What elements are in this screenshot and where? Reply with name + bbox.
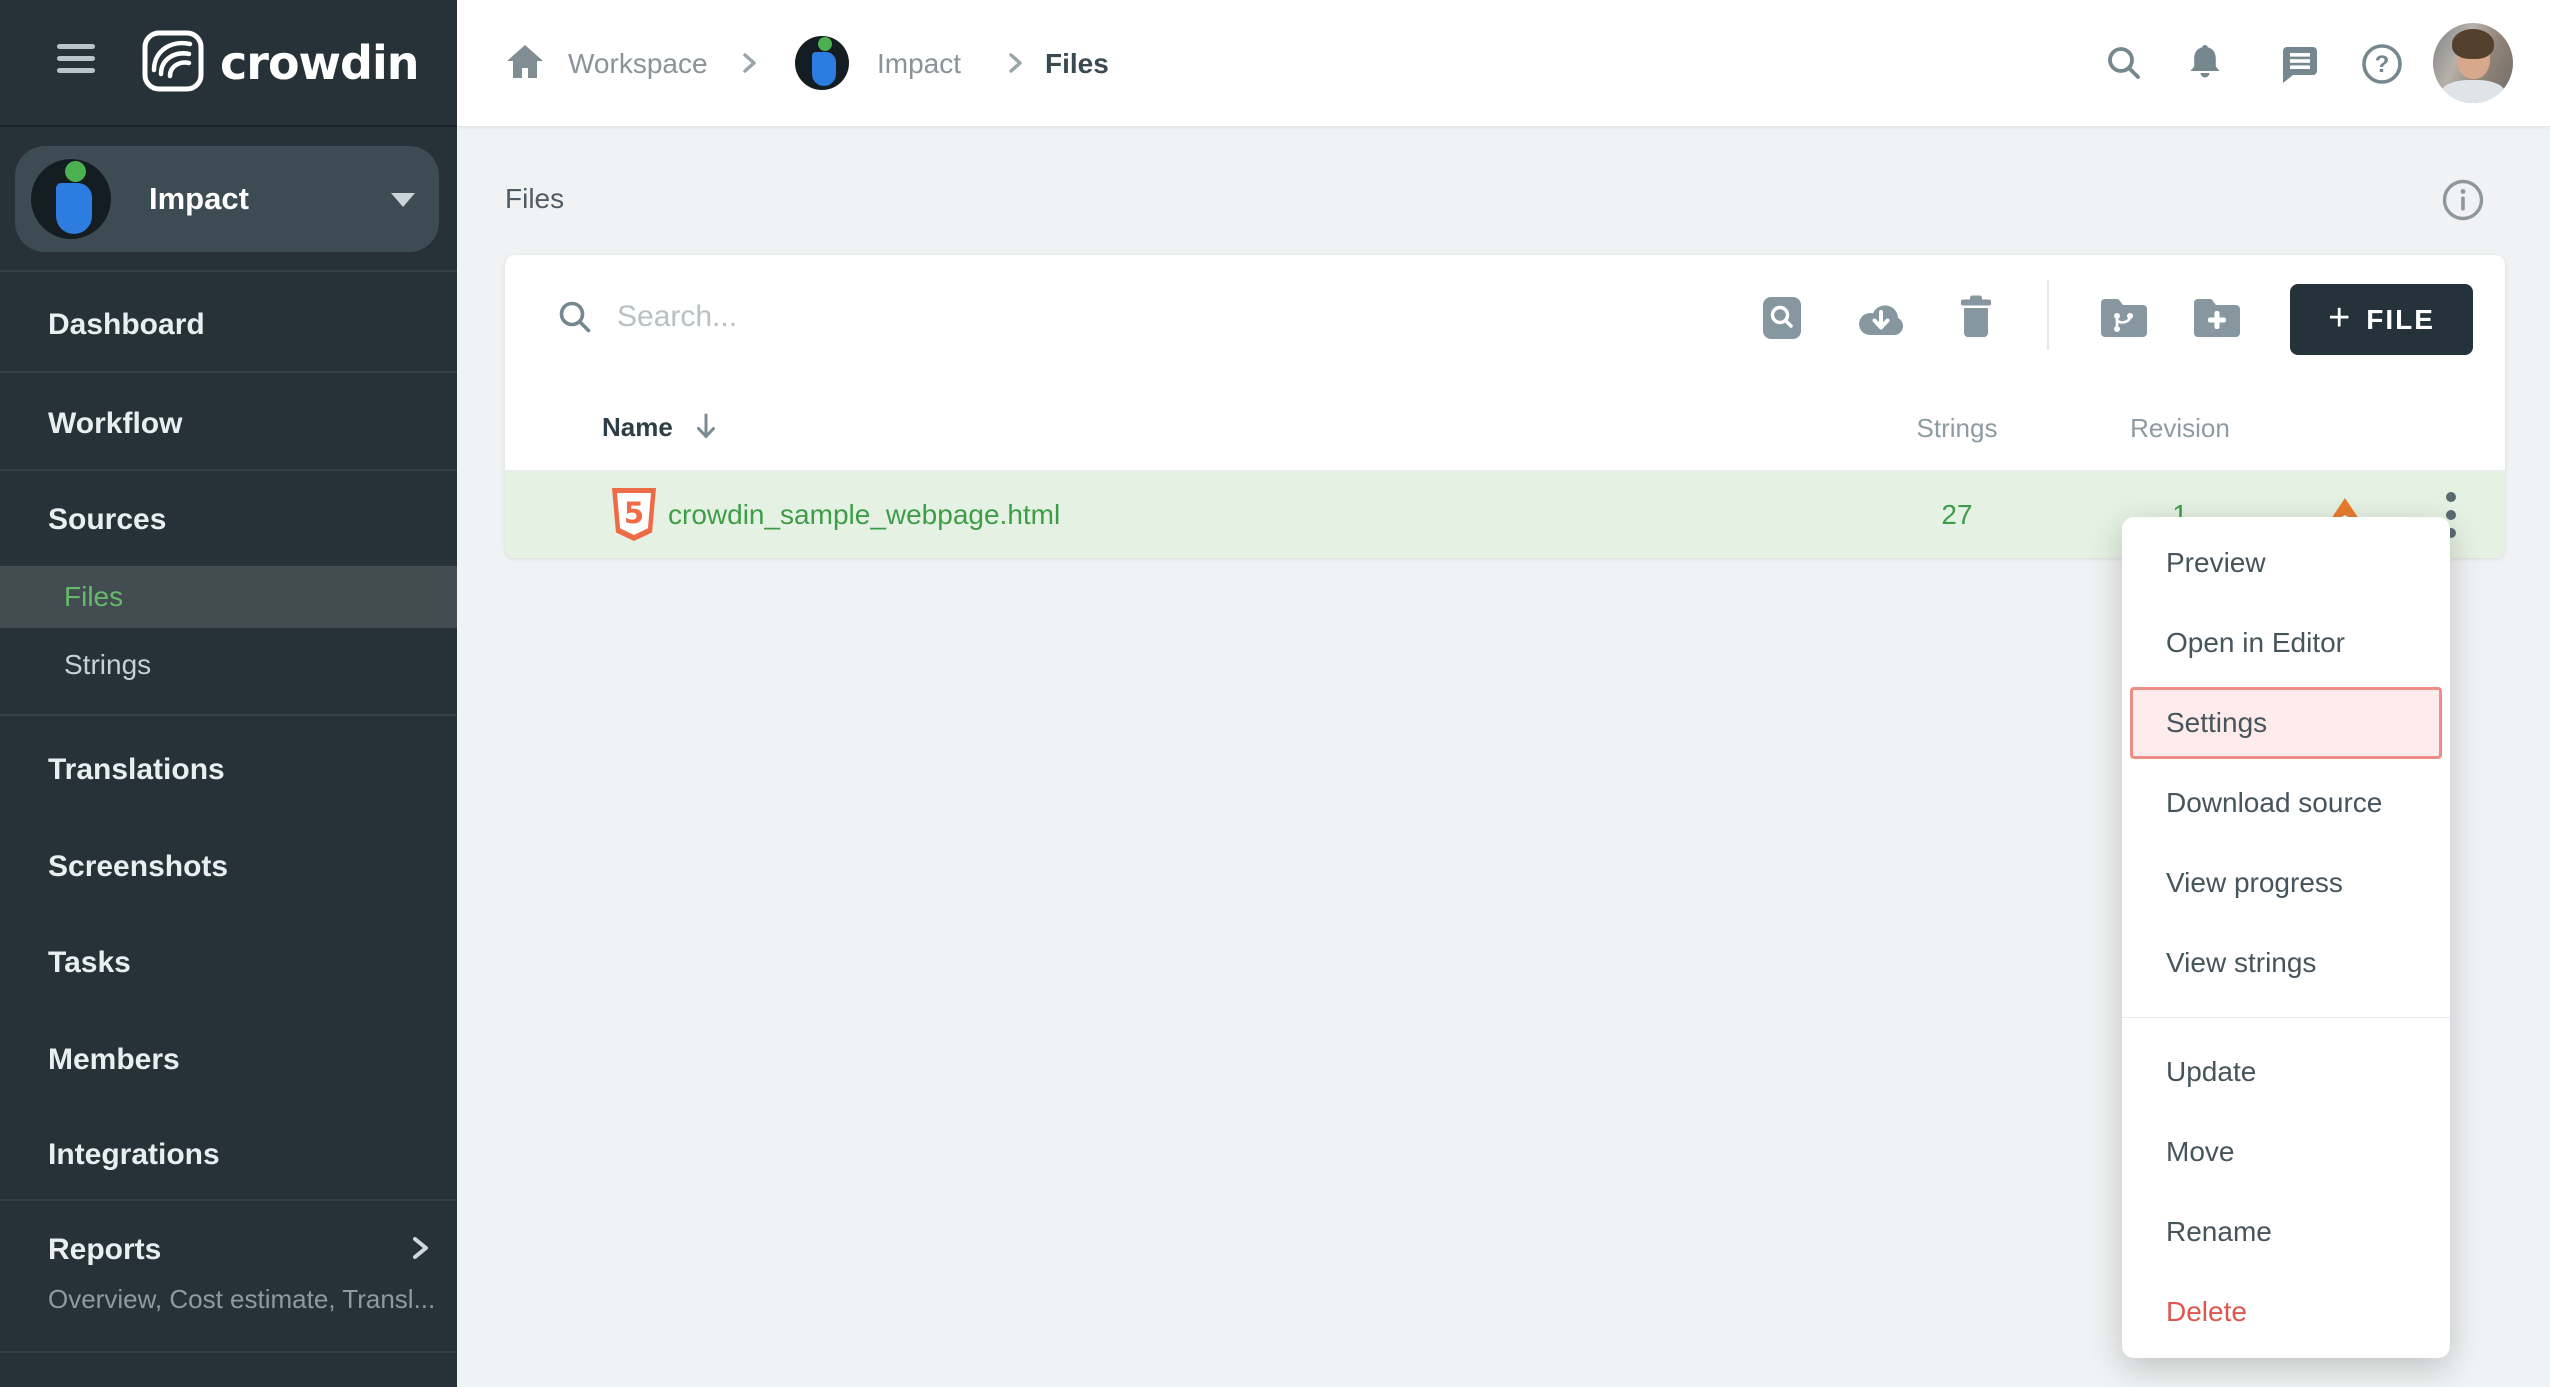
divider [2122, 1017, 2450, 1018]
chevron-right-icon [737, 51, 761, 80]
menu-item-open-in-editor[interactable]: Open in Editor [2122, 603, 2450, 683]
crowdin-wordmark: crowdin [220, 36, 419, 90]
divider [0, 714, 457, 716]
menu-item-rename[interactable]: Rename [2122, 1192, 2450, 1272]
notifications-bell-icon[interactable] [2184, 42, 2226, 89]
search-input[interactable] [617, 292, 1517, 342]
project-avatar-green-dot [818, 37, 832, 51]
info-icon[interactable] [2441, 178, 2485, 227]
preview-translations-icon[interactable] [1759, 294, 1805, 347]
menu-item-delete[interactable]: Delete [2122, 1272, 2450, 1352]
chevron-down-icon [391, 193, 415, 207]
page-title: Files [505, 183, 564, 215]
project-avatar [31, 159, 111, 239]
breadcrumb-project-avatar[interactable] [795, 36, 849, 90]
sidebar-item-dashboard[interactable]: Dashboard [48, 306, 205, 344]
sidebar-item-sources[interactable]: Sources [48, 501, 166, 539]
user-avatar[interactable] [2433, 23, 2513, 103]
column-header-strings: Strings [1887, 413, 2027, 444]
topbar: Workspace Impact Files ? [457, 0, 2550, 127]
menu-item-move[interactable]: Move [2122, 1112, 2450, 1192]
menu-item-view-progress[interactable]: View progress [2122, 843, 2450, 923]
branch-folder-icon[interactable] [2099, 297, 2149, 344]
file-context-menu: Preview Open in Editor Settings Download… [2122, 517, 2450, 1358]
plus-icon: + [2328, 299, 2350, 337]
delete-trash-icon[interactable] [1956, 294, 1996, 345]
menu-item-update[interactable]: Update [2122, 1032, 2450, 1112]
crowdin-logo[interactable]: crowdin [141, 30, 419, 96]
menu-item-view-strings[interactable]: View strings [2122, 923, 2450, 1003]
sidebar: crowdin Impact Dashboard Workflow Source… [0, 0, 457, 1387]
divider [0, 469, 457, 471]
breadcrumb-workspace[interactable]: Workspace [568, 0, 708, 127]
avatar-hair [2452, 29, 2494, 59]
column-header-name[interactable]: Name [602, 411, 673, 443]
sidebar-item-reports[interactable]: Reports [48, 1231, 161, 1269]
sidebar-header: crowdin [0, 0, 457, 127]
chevron-right-icon [1003, 51, 1027, 80]
search-icon[interactable] [2103, 42, 2145, 89]
sort-descending-icon[interactable] [691, 411, 721, 448]
file-strings-count: 27 [1887, 471, 2027, 558]
breadcrumb-current-page: Files [1045, 0, 1109, 127]
search-icon [555, 297, 595, 342]
project-name: Impact [149, 146, 249, 252]
svg-text:?: ? [2375, 51, 2390, 78]
menu-item-download-source[interactable]: Download source [2122, 763, 2450, 843]
messages-icon[interactable] [2277, 42, 2321, 91]
divider [0, 1199, 457, 1201]
add-file-button[interactable]: + FILE [2290, 284, 2473, 355]
help-icon[interactable]: ? [2360, 42, 2404, 91]
sidebar-item-strings[interactable]: Strings [64, 646, 151, 684]
files-card: + FILE Name Strings Revision 5 crowdin_s… [505, 255, 2505, 558]
project-avatar-blue-shape [812, 52, 836, 86]
sidebar-item-members[interactable]: Members [48, 1041, 180, 1079]
divider [2047, 280, 2049, 350]
new-folder-icon[interactable] [2192, 297, 2242, 344]
html5-file-icon: 5 [612, 488, 656, 541]
project-avatar-green-dot [65, 161, 86, 182]
file-name-link[interactable]: crowdin_sample_webpage.html [668, 471, 1060, 558]
menu-item-settings[interactable]: Settings [2130, 687, 2442, 759]
reports-subtitle: Overview, Cost estimate, Transl... [48, 1284, 435, 1315]
download-icon[interactable] [1856, 299, 1906, 344]
project-selector[interactable]: Impact [15, 146, 439, 252]
divider [0, 371, 457, 373]
divider [0, 270, 457, 272]
hamburger-menu-icon[interactable] [57, 44, 95, 82]
add-file-label: FILE [2366, 304, 2435, 336]
divider [0, 1351, 457, 1353]
sidebar-item-translations[interactable]: Translations [48, 751, 225, 789]
home-icon[interactable] [504, 42, 546, 87]
crowdin-logo-icon [141, 29, 205, 98]
sidebar-item-screenshots[interactable]: Screenshots [48, 848, 228, 886]
sidebar-item-integrations[interactable]: Integrations [48, 1136, 220, 1174]
sidebar-item-workflow[interactable]: Workflow [48, 405, 182, 443]
sidebar-item-files-label: Files [64, 566, 123, 628]
column-header-revision: Revision [2110, 413, 2250, 444]
project-avatar-blue-shape [56, 183, 92, 234]
chevron-right-icon [405, 1233, 435, 1268]
sidebar-item-tasks[interactable]: Tasks [48, 944, 131, 982]
breadcrumb-project[interactable]: Impact [877, 0, 961, 127]
menu-item-preview[interactable]: Preview [2122, 523, 2450, 603]
avatar-shirt [2441, 80, 2505, 103]
sidebar-item-files-active[interactable]: Files [0, 566, 457, 628]
